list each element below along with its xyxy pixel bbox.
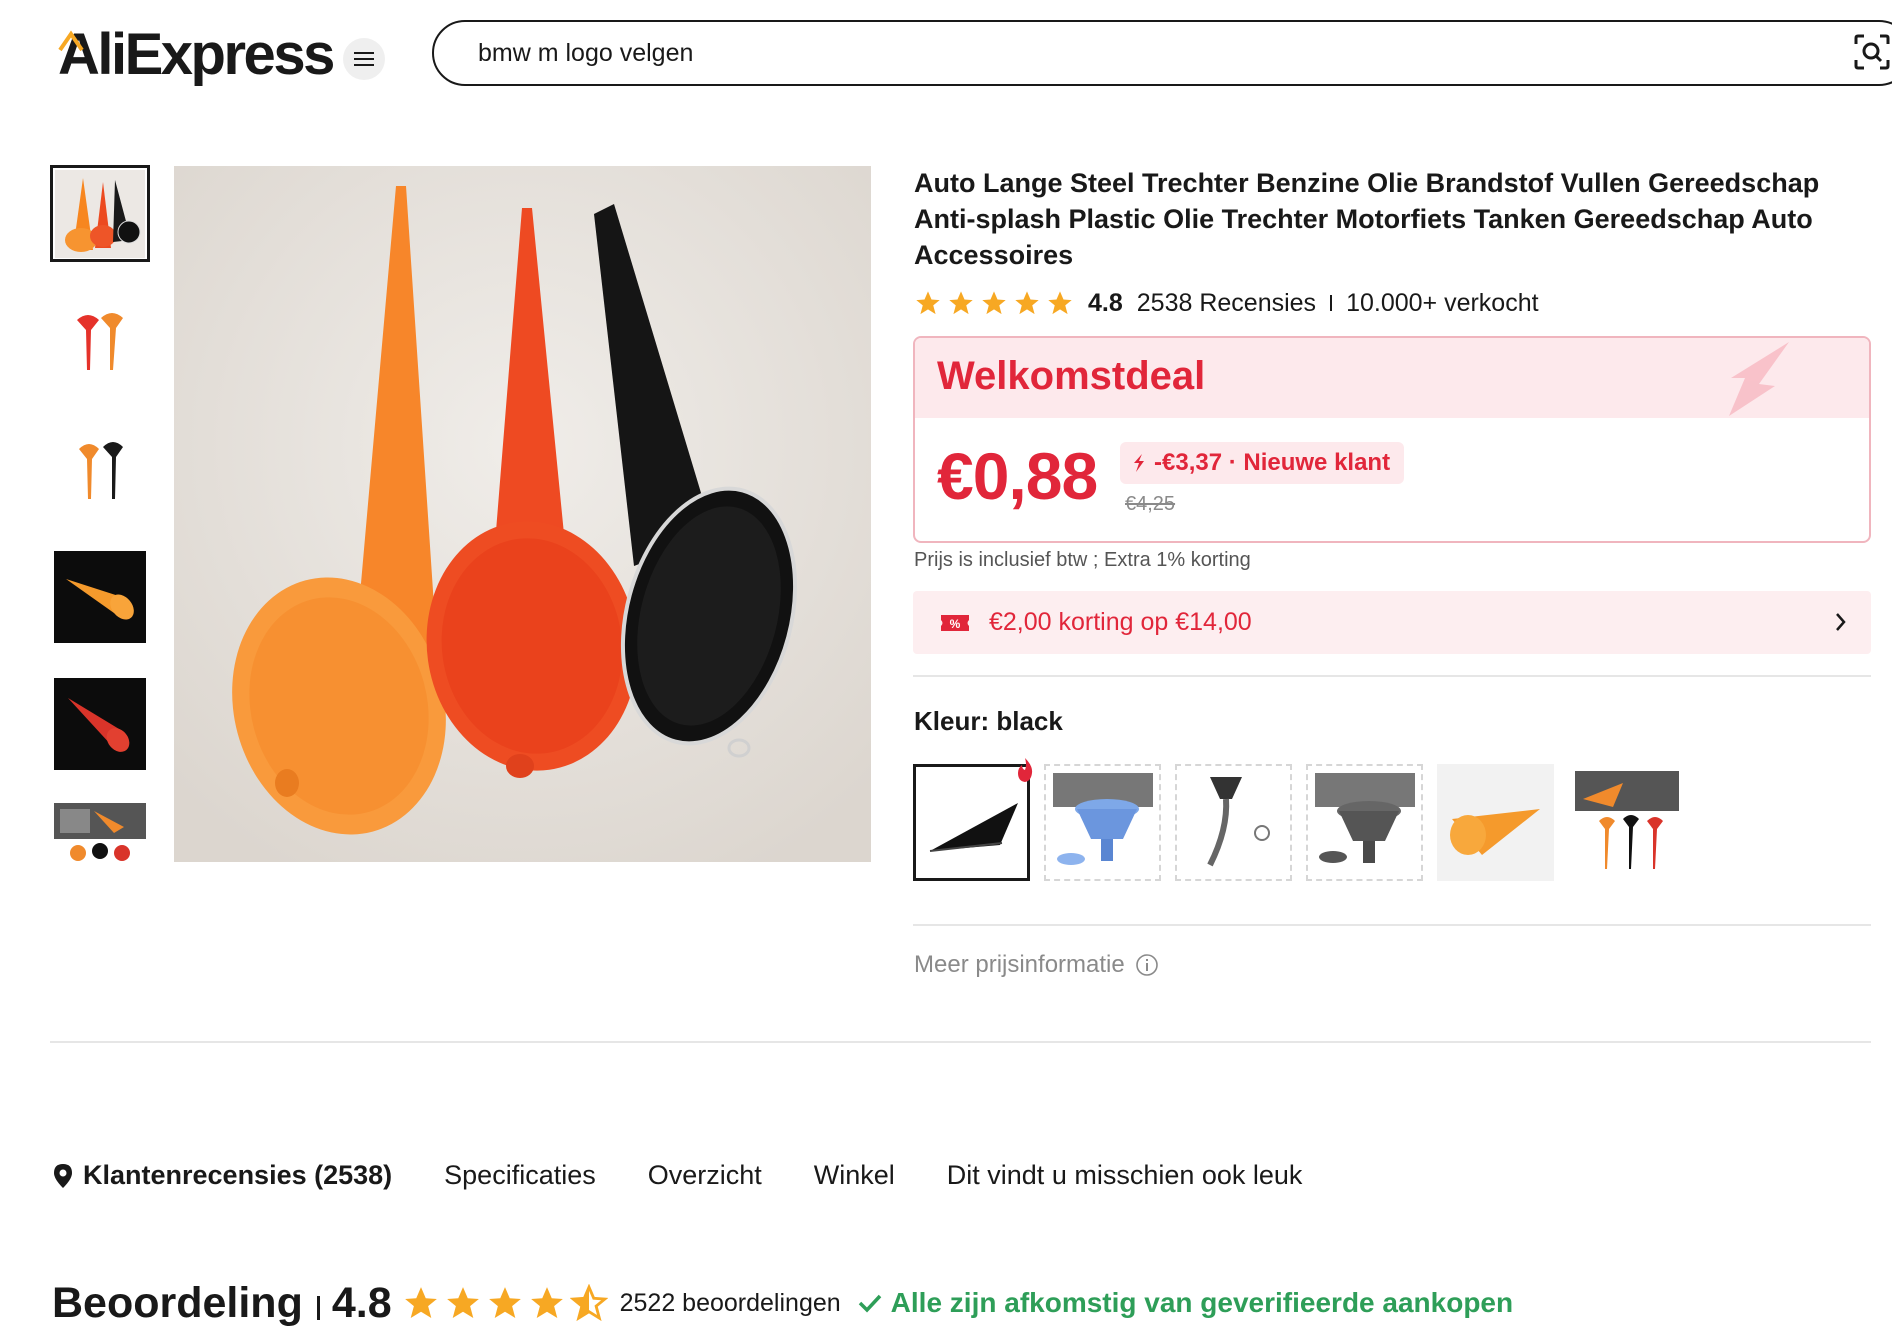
star-icon xyxy=(404,1287,437,1319)
star-icon xyxy=(446,1287,479,1319)
thumbnail-4[interactable] xyxy=(50,548,150,645)
star-icon xyxy=(949,291,973,315)
color-option-blue[interactable] xyxy=(1044,764,1161,881)
deal-title: Welkomstdeal xyxy=(937,354,1206,398)
image-search-icon[interactable] xyxy=(1853,33,1891,71)
menu-button[interactable] xyxy=(343,38,385,80)
logo-star-icon xyxy=(58,30,84,52)
aliexpress-logo[interactable]: AliExpress xyxy=(58,21,335,87)
tab-label: Dit vindt u misschien ook leuk xyxy=(946,1160,1303,1190)
hot-flame-icon xyxy=(1018,758,1033,782)
orange-funnel-image xyxy=(1449,808,1540,855)
original-price: €4,25 xyxy=(1125,493,1176,515)
gray-collapsible-funnel-image xyxy=(1314,772,1415,863)
thumbnail-2[interactable] xyxy=(50,293,150,390)
more-price-info-text: Meer prijsinformatie xyxy=(914,951,1125,978)
search-box xyxy=(432,20,1892,86)
section-divider xyxy=(50,1041,1871,1043)
funnels-thumbnail-image xyxy=(77,312,123,370)
location-pin-icon xyxy=(54,1163,72,1188)
thumbnail-6[interactable] xyxy=(50,803,150,863)
svg-text:%: % xyxy=(950,617,961,631)
current-price: €0,88 xyxy=(937,439,1098,513)
color-option-orange[interactable] xyxy=(1437,764,1554,881)
star-icon xyxy=(916,291,940,315)
tab-label: Klantenrecensies (2538) xyxy=(83,1160,393,1190)
discount-tag: -€3,37 · Nieuwe klant xyxy=(1120,442,1405,484)
tab-recommendations[interactable]: Dit vindt u misschien ook leuk xyxy=(947,1160,1303,1191)
funnel-thumbnail-image xyxy=(54,677,146,770)
star-icon xyxy=(1015,291,1039,315)
star-icon xyxy=(530,1287,563,1319)
star-icon xyxy=(982,291,1006,315)
color-option-gray-flexible[interactable] xyxy=(1175,764,1292,881)
verified-text: Alle zijn afkomstig van geverifieerde aa… xyxy=(890,1287,1514,1318)
thumbnail-5[interactable] xyxy=(50,675,150,772)
review-summary: Beoordeling 4.8 2522 beoordelingen Alle … xyxy=(52,1278,1513,1328)
tab-reviews[interactable]: Klantenrecensies (2538) xyxy=(53,1160,392,1191)
logo-text: AliExpress xyxy=(58,21,335,87)
welcome-deal-box: Welkomstdeal €0,88 -€3,37 · Nieuwe klant… xyxy=(913,336,1871,543)
rating-stars xyxy=(914,289,1074,317)
verified-note: Alle zijn afkomstig van geverifieerde aa… xyxy=(857,1287,1513,1319)
star-icon xyxy=(488,1287,521,1319)
thumbnail-3[interactable] xyxy=(50,420,150,517)
half-star-icon xyxy=(569,1284,608,1322)
coupon-icon: % xyxy=(941,614,969,631)
funnel-set-image xyxy=(1574,770,1679,869)
info-icon xyxy=(1135,954,1158,976)
more-price-info-link[interactable]: Meer prijsinformatie xyxy=(914,951,1159,979)
thumbnail-1[interactable] xyxy=(50,165,150,262)
search-input[interactable] xyxy=(478,38,1778,68)
deal-arrow-icon xyxy=(1729,342,1789,416)
tab-overview[interactable]: Overzicht xyxy=(648,1160,762,1191)
hamburger-icon xyxy=(354,52,374,66)
sold-count: 10.000+ verkocht xyxy=(1346,288,1539,317)
review-count: 2522 beoordelingen xyxy=(619,1288,841,1317)
funnel-thumbnail-image xyxy=(54,550,146,643)
rating-score: 4.8 xyxy=(1088,288,1123,317)
color-option-set[interactable] xyxy=(1568,764,1685,881)
deal-header: Welkomstdeal xyxy=(915,338,1869,418)
flexible-funnel-image xyxy=(1206,776,1270,866)
star-icon xyxy=(1048,291,1072,315)
reviews-count-link[interactable]: 2538 Recensies xyxy=(1137,289,1316,318)
tab-label: Overzicht xyxy=(647,1160,762,1190)
coupon-text: €2,00 korting op €14,00 xyxy=(989,608,1252,636)
funnels-product-image xyxy=(174,166,871,862)
funnels-thumbnail-image xyxy=(55,169,145,258)
divider xyxy=(316,1296,320,1320)
black-funnel-image xyxy=(929,802,1018,852)
product-title: Auto Lange Steel Trechter Benzine Olie B… xyxy=(914,168,1820,270)
blue-collapsible-funnel-image xyxy=(1052,772,1153,865)
coupon-bar[interactable]: % €2,00 korting op €14,00 xyxy=(913,591,1871,654)
tax-note: Prijs is inclusief btw ; Extra 1% kortin… xyxy=(914,549,1251,571)
tab-store[interactable]: Winkel xyxy=(814,1160,895,1191)
divider xyxy=(913,675,1871,677)
checkmark-icon xyxy=(858,1294,881,1313)
chevron-right-icon xyxy=(1836,613,1846,631)
lightning-icon xyxy=(1134,454,1144,472)
divider xyxy=(1330,295,1333,311)
review-score: 4.8 xyxy=(331,1278,392,1327)
tab-label: Specificaties xyxy=(444,1160,596,1190)
divider xyxy=(913,924,1871,926)
discount-text: -€3,37 · Nieuwe klant xyxy=(1154,449,1391,476)
color-option-gray[interactable] xyxy=(1306,764,1423,881)
section-tabs: Klantenrecensies (2538) Specificaties Ov… xyxy=(53,1160,1354,1191)
rating-row[interactable]: 4.8 2538 Recensies 10.000+ verkocht xyxy=(914,285,1539,321)
funnels-thumbnail-image xyxy=(79,441,123,499)
review-stars xyxy=(402,1284,608,1322)
tab-specifications[interactable]: Specificaties xyxy=(444,1160,596,1191)
color-option-black[interactable] xyxy=(913,758,1033,881)
color-label: Kleur: black xyxy=(914,706,1063,736)
main-product-image[interactable] xyxy=(174,166,871,862)
review-heading: Beoordeling xyxy=(52,1278,303,1327)
tab-label: Winkel xyxy=(813,1160,895,1190)
funnels-thumbnail-image xyxy=(54,803,146,861)
